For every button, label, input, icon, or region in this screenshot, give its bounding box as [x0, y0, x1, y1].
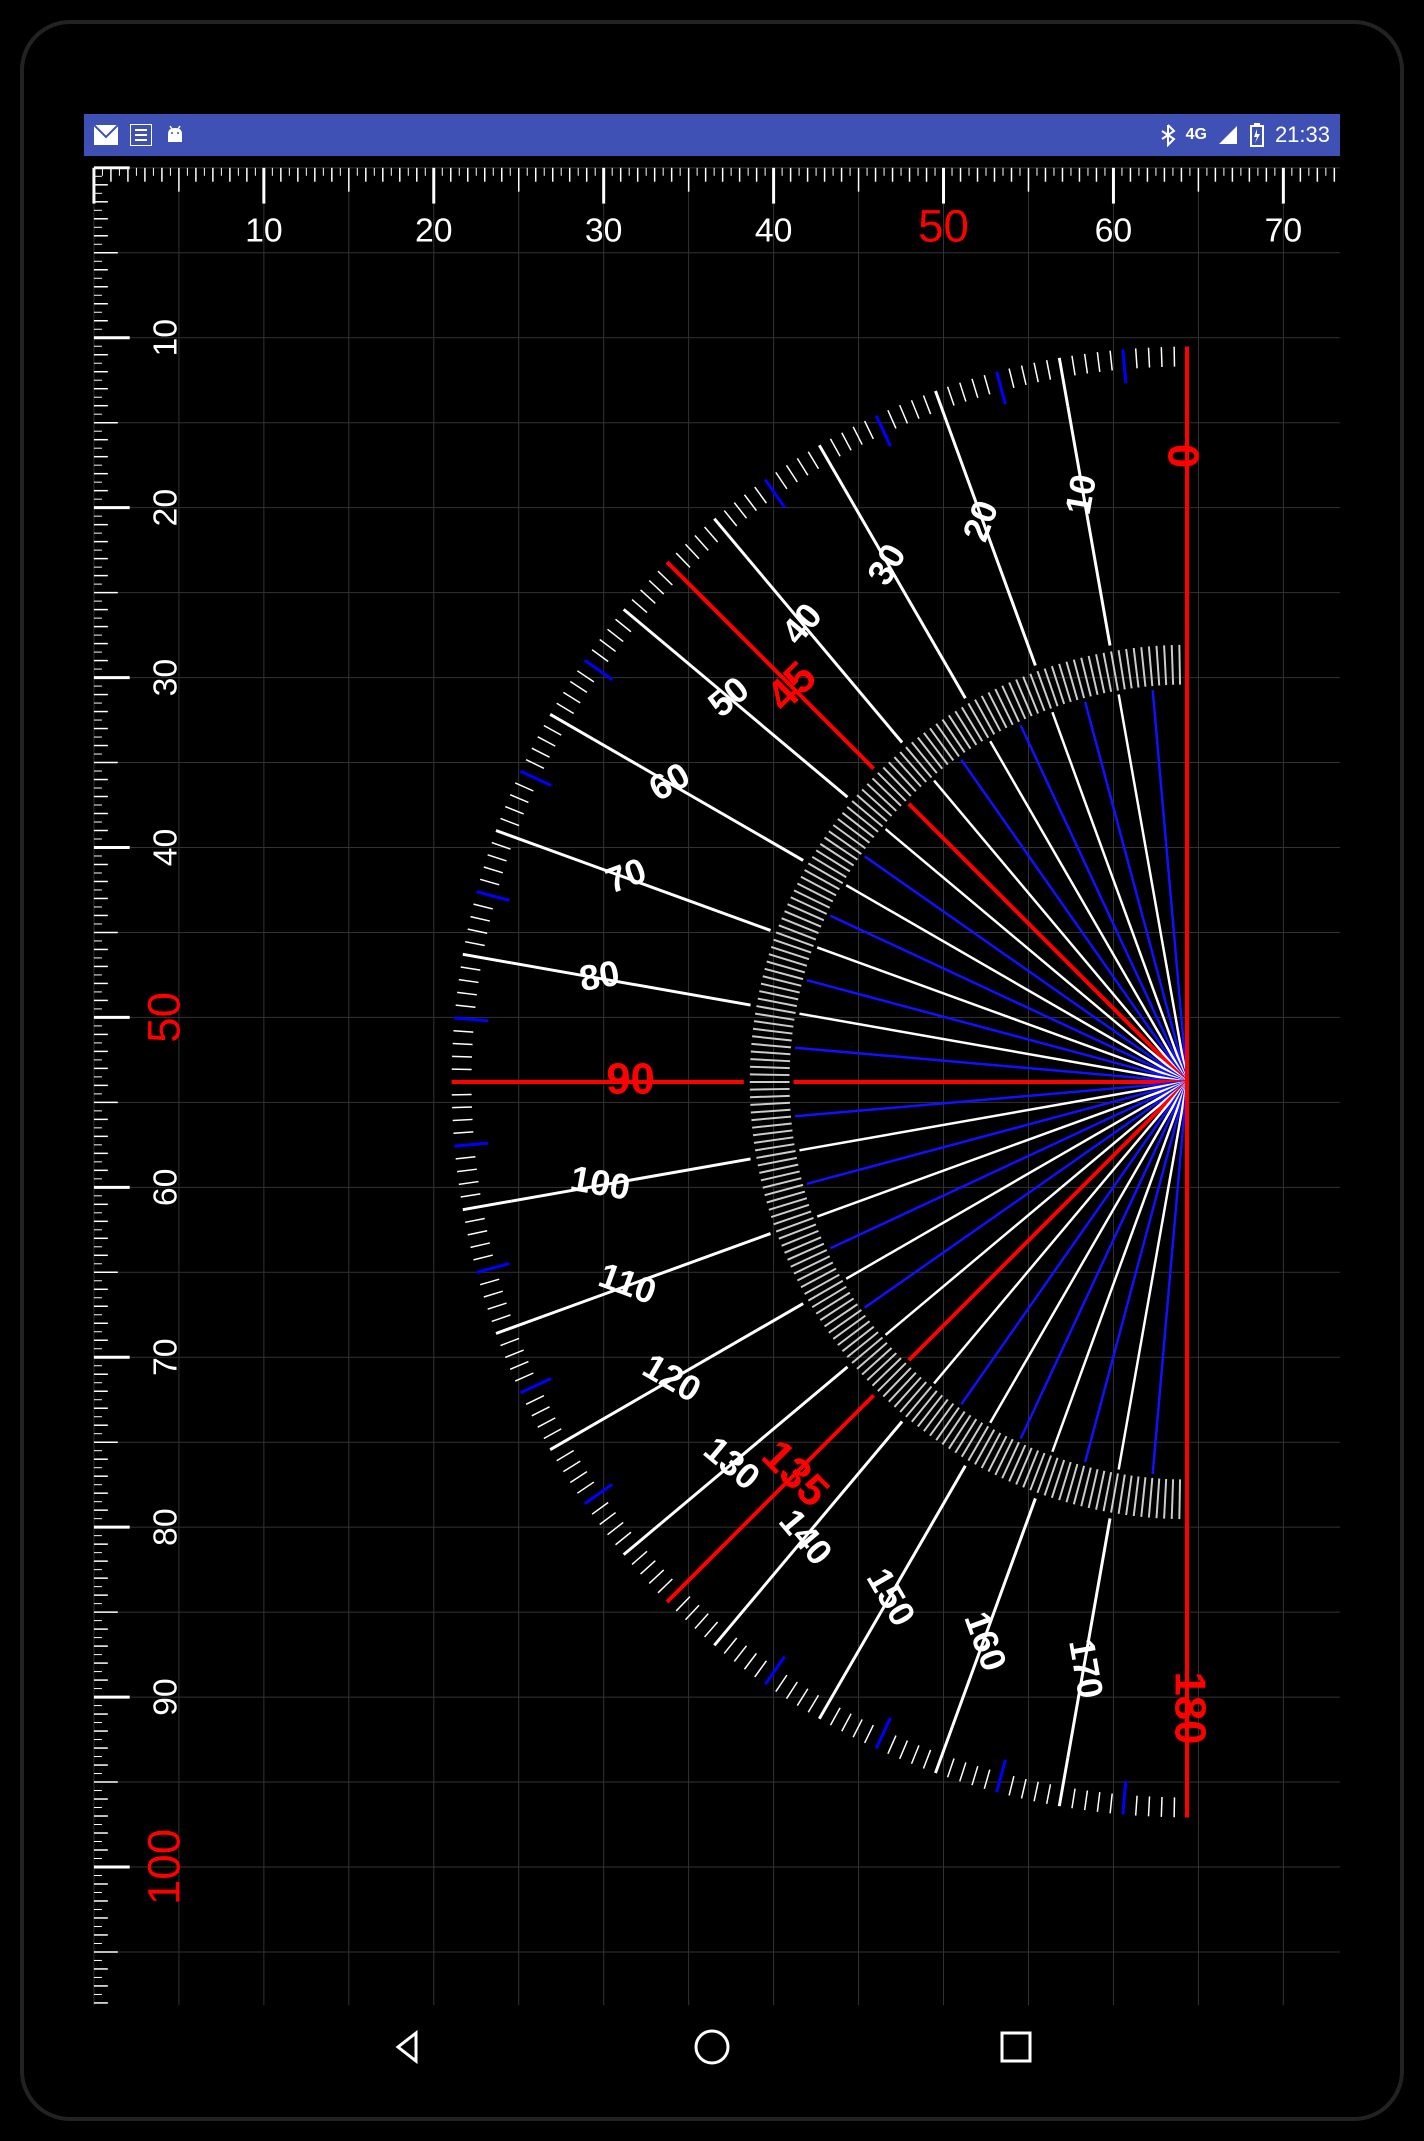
- svg-text:80: 80: [146, 1508, 184, 1546]
- svg-text:70: 70: [146, 1338, 184, 1376]
- svg-text:20: 20: [146, 489, 184, 527]
- svg-text:40: 40: [774, 596, 830, 652]
- home-button[interactable]: [690, 2025, 734, 2069]
- svg-text:80: 80: [576, 953, 622, 999]
- svg-text:120: 120: [636, 1346, 708, 1410]
- grid: [94, 168, 1340, 2005]
- svg-text:50: 50: [139, 992, 190, 1043]
- svg-text:150: 150: [859, 1561, 923, 1633]
- svg-text:70: 70: [1265, 211, 1303, 249]
- svg-text:30: 30: [859, 537, 914, 591]
- battery-icon: [1249, 123, 1265, 147]
- svg-text:170: 170: [1061, 1636, 1111, 1702]
- tablet-frame: 4G 21:33 10 20 30 40 50 60 70 80 90 10 20 30 40 50 60 7…: [20, 20, 1404, 2121]
- svg-text:180: 180: [1165, 1672, 1214, 1745]
- protractor[interactable]: 1020304050607080100110120130140150160170…: [452, 347, 1215, 1818]
- left-ruler: 10203040506070809010011012013014: [94, 168, 190, 2007]
- status-left: [94, 124, 186, 146]
- svg-text:100: 100: [567, 1158, 633, 1208]
- svg-text:70: 70: [600, 850, 651, 901]
- top-ruler: 102030405060708090: [94, 168, 1340, 252]
- status-bar: 4G 21:33: [84, 114, 1340, 156]
- network-label: 4G: [1186, 126, 1207, 144]
- svg-text:40: 40: [755, 211, 793, 249]
- recent-button[interactable]: [994, 2025, 1038, 2069]
- ruler-protractor-canvas[interactable]: 1020304050607080901020304050607080901001…: [84, 156, 1340, 2007]
- android-icon: [164, 124, 186, 146]
- svg-text:0: 0: [1160, 444, 1209, 468]
- svg-text:50: 50: [918, 200, 969, 251]
- status-right: 4G 21:33: [1160, 122, 1330, 148]
- svg-text:60: 60: [146, 1169, 184, 1207]
- clock: 21:33: [1275, 122, 1330, 148]
- svg-text:60: 60: [1095, 211, 1133, 249]
- svg-text:20: 20: [415, 211, 453, 249]
- svg-text:10: 10: [245, 211, 283, 249]
- svg-text:40: 40: [146, 829, 184, 867]
- back-button[interactable]: [386, 2025, 430, 2069]
- svg-text:160: 160: [956, 1606, 1014, 1676]
- android-nav-bar: [84, 2017, 1340, 2077]
- svg-text:90: 90: [606, 1055, 655, 1104]
- signal-icon: [1217, 124, 1239, 146]
- news-icon: [130, 124, 152, 146]
- bluetooth-icon: [1160, 123, 1176, 147]
- svg-text:30: 30: [585, 211, 623, 249]
- mail-icon: [94, 125, 118, 145]
- svg-text:30: 30: [146, 659, 184, 697]
- svg-text:10: 10: [1058, 471, 1104, 517]
- measurement-svg[interactable]: 1020304050607080901020304050607080901001…: [84, 156, 1340, 2007]
- svg-text:90: 90: [146, 1678, 184, 1716]
- svg-text:20: 20: [955, 495, 1006, 546]
- svg-text:100: 100: [139, 1829, 190, 1905]
- svg-text:10: 10: [146, 319, 184, 357]
